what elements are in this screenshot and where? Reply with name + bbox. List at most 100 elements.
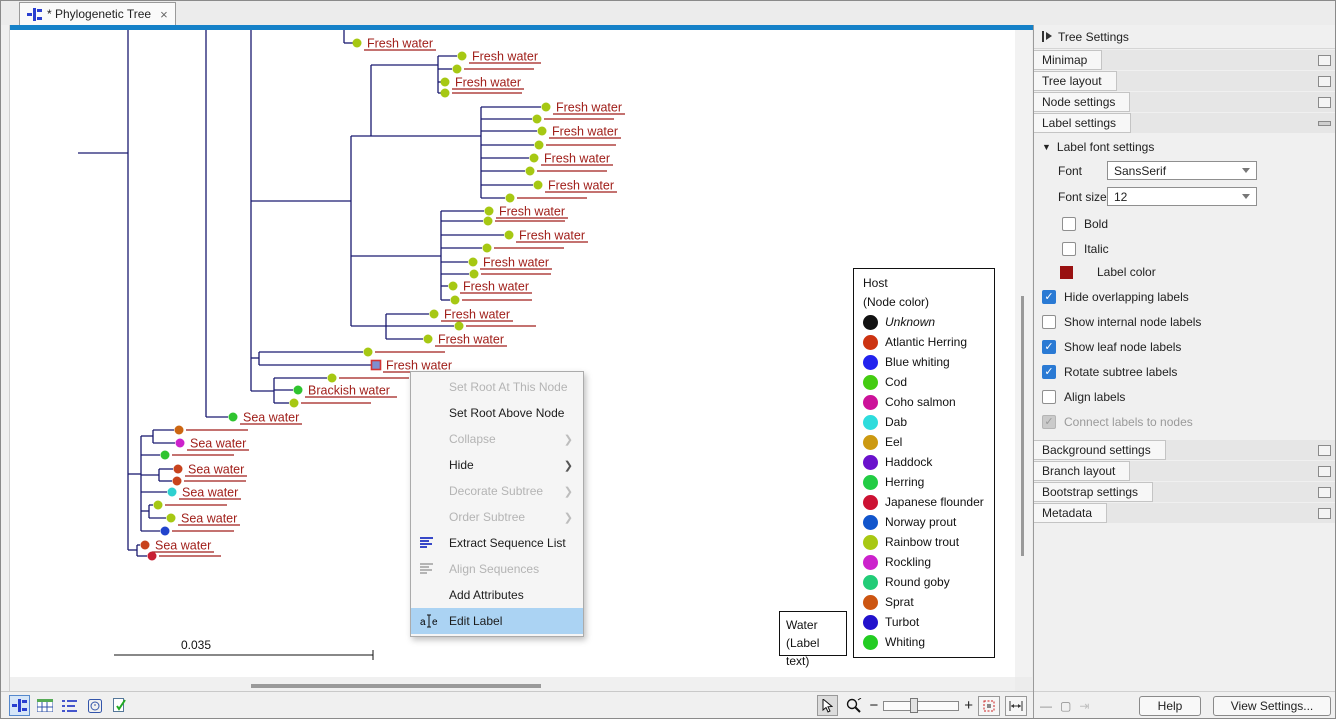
checkbox[interactable]: ✓ (1042, 365, 1056, 379)
checkbox-row-show-internal-node-labels[interactable]: Show internal node labels (1042, 315, 1336, 329)
checkbox-row-show-leaf-node-labels[interactable]: ✓ Show leaf node labels (1042, 340, 1336, 354)
expand-section-icon[interactable] (1318, 76, 1331, 87)
expand-all-icon[interactable]: ▢ (1060, 699, 1071, 713)
context-menu-item-edit-label[interactable]: aeEdit Label (411, 608, 583, 634)
sidebar-section-label: Branch layout (1034, 461, 1130, 481)
collapse-section-icon[interactable] (1318, 121, 1331, 126)
legend-color-dot (863, 375, 878, 390)
zoom-in-icon[interactable]: + (964, 697, 973, 714)
checkbox-label: Show leaf node labels (1064, 340, 1181, 354)
sidebar-section-branch-layout[interactable]: Branch layout (1034, 461, 1336, 481)
tree-settings-panel: Tree Settings MinimapTree layoutNode set… (1033, 25, 1336, 719)
context-menu-item-label: Extract Sequence List (449, 536, 566, 550)
submenu-arrow-icon: ❯ (564, 511, 573, 524)
checkbox: ✓ (1042, 415, 1056, 429)
font-select[interactable]: SansSerif (1107, 161, 1257, 180)
submenu-arrow-icon: ❯ (564, 433, 573, 446)
legend-color-dot (863, 415, 878, 430)
zoom-tool-button[interactable] (843, 695, 864, 716)
checkbox[interactable] (1042, 315, 1056, 329)
zoom-slider[interactable] (883, 701, 959, 711)
legend-entry-label: Japanese flounder (885, 495, 984, 509)
font-size-select[interactable]: 12 (1107, 187, 1257, 206)
tree-view-button[interactable] (9, 695, 30, 716)
context-menu-item-add-attributes[interactable]: Add Attributes (411, 582, 583, 608)
sidebar-section-tree-layout[interactable]: Tree layout (1034, 71, 1336, 91)
horizontal-scrollbar[interactable] (10, 677, 1015, 691)
sidebar-section-metadata[interactable]: Metadata (1034, 503, 1336, 523)
context-menu-item-hide[interactable]: Hide❯ (411, 452, 583, 478)
expand-section-icon[interactable] (1318, 508, 1331, 519)
sidebar-section-background-settings[interactable]: Background settings (1034, 440, 1336, 460)
sidebar-section-bootstrap-settings[interactable]: Bootstrap settings (1034, 482, 1336, 502)
context-menu-item-extract-sequence-list[interactable]: Extract Sequence List (411, 530, 583, 556)
legend-entry: Atlantic Herring (863, 332, 994, 352)
legend-color-dot (863, 515, 878, 530)
expand-section-icon[interactable] (1318, 487, 1331, 498)
element-info-view-button[interactable] (109, 695, 130, 716)
label-font-settings-group[interactable]: ▼ Label font settings (1034, 140, 1336, 154)
expand-section-icon[interactable] (1318, 55, 1331, 66)
view-settings-button[interactable]: View Settings... (1213, 696, 1331, 716)
zoom-out-icon[interactable]: − (869, 697, 878, 714)
sequence-list-icon (420, 536, 438, 550)
checkbox[interactable] (1042, 390, 1056, 404)
context-menu-item-set-root-above-node[interactable]: Set Root Above Node (411, 400, 583, 426)
checkbox-row-rotate-subtree-labels[interactable]: ✓Rotate subtree labels (1042, 365, 1336, 379)
bold-checkbox-row[interactable]: Bold (1062, 217, 1336, 231)
side-panel-icon (1042, 31, 1051, 42)
context-menu-item-order-subtree: Order Subtree❯ (411, 504, 583, 530)
tab-close-icon[interactable]: × (160, 7, 168, 22)
italic-checkbox[interactable] (1062, 242, 1076, 256)
sidebar-section-node-settings[interactable]: Node settings (1034, 92, 1336, 112)
legend-entry: Sprat (863, 592, 994, 612)
checkbox-label: Align labels (1064, 390, 1125, 404)
edit-label-icon: ae (420, 614, 438, 628)
sidebar-section-label-settings[interactable]: Label settings (1034, 113, 1336, 133)
tab-phylogenetic-tree[interactable]: * Phylogenetic Tree × (19, 2, 176, 25)
legend-entry: Haddock (863, 452, 994, 472)
expand-section-icon[interactable] (1318, 466, 1331, 477)
tree-settings-header[interactable]: Tree Settings (1034, 25, 1336, 49)
font-size-label: Font size (1058, 190, 1107, 204)
horizontal-scrollbar-thumb[interactable] (251, 684, 541, 688)
label-settings-content: ▼ Label font settings Font SansSerif Fon… (1034, 133, 1336, 439)
context-menu-item-label: Collapse (449, 432, 496, 446)
align-sequences-icon (420, 562, 438, 576)
expand-section-icon[interactable] (1318, 97, 1331, 108)
list-view-button[interactable] (59, 695, 80, 716)
checkbox-row-align-labels[interactable]: Align labels (1042, 390, 1336, 404)
dock-panel-icon[interactable]: ⇥ (1079, 699, 1089, 713)
zoom-slider-thumb[interactable] (910, 698, 918, 713)
bold-checkbox[interactable] (1062, 217, 1076, 231)
legend-water[interactable]: Water (Label text) (779, 611, 847, 656)
context-menu-item-label: Set Root Above Node (449, 406, 564, 420)
sidebar-section-minimap[interactable]: Minimap (1034, 50, 1336, 70)
legend-entry: Unknown (863, 312, 994, 332)
legend-entry: Rainbow trout (863, 532, 994, 552)
label-color-swatch[interactable] (1060, 266, 1073, 279)
collapse-triangle-icon: ▼ (1042, 142, 1051, 152)
italic-checkbox-row[interactable]: Italic (1062, 242, 1336, 256)
checkbox[interactable]: ✓ (1042, 290, 1056, 304)
history-view-button[interactable] (84, 695, 105, 716)
legend-entry: Whiting (863, 632, 994, 652)
legend-entry: Japanese flounder (863, 492, 994, 512)
checkbox-row-hide-overlapping-labels[interactable]: ✓Hide overlapping labels (1042, 290, 1336, 304)
tree-settings-title: Tree Settings (1058, 30, 1129, 44)
collapse-all-icon[interactable]: — (1040, 699, 1052, 713)
sidebar-empty-area (1034, 523, 1336, 691)
fit-width-button[interactable] (1005, 696, 1027, 716)
expand-section-icon[interactable] (1318, 445, 1331, 456)
zoom-to-selection-button[interactable] (978, 696, 1000, 716)
vertical-scrollbar-thumb[interactable] (1021, 296, 1024, 556)
legend-host[interactable]: Host (Node color) UnknownAtlantic Herrin… (853, 268, 995, 658)
pointer-tool-button[interactable] (817, 695, 838, 716)
help-button[interactable]: Help (1139, 696, 1201, 716)
legend-color-dot (863, 335, 878, 350)
checkbox[interactable]: ✓ (1042, 340, 1056, 354)
context-menu-item-label: Decorate Subtree (449, 484, 543, 498)
vertical-scrollbar[interactable] (1015, 30, 1032, 677)
legend-color-dot (863, 435, 878, 450)
table-view-button[interactable] (34, 695, 55, 716)
